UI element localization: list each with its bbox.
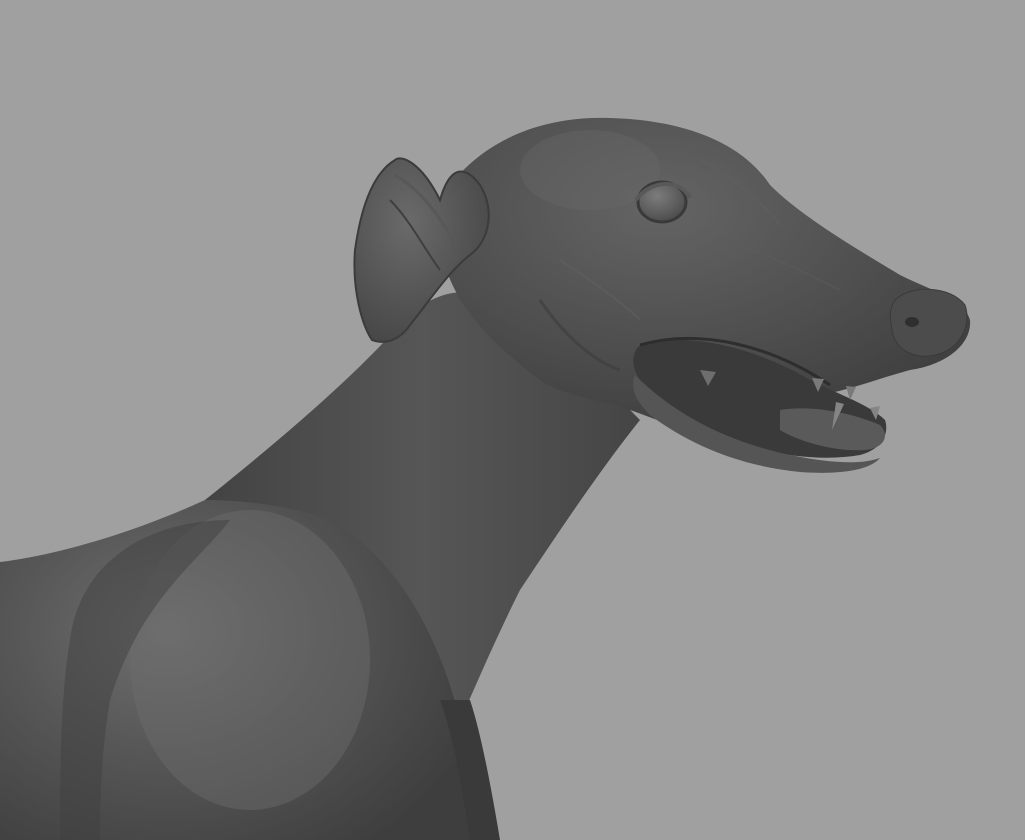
3d-viewport[interactable] [0, 0, 1025, 840]
dog-sculpt-render [0, 117, 971, 840]
